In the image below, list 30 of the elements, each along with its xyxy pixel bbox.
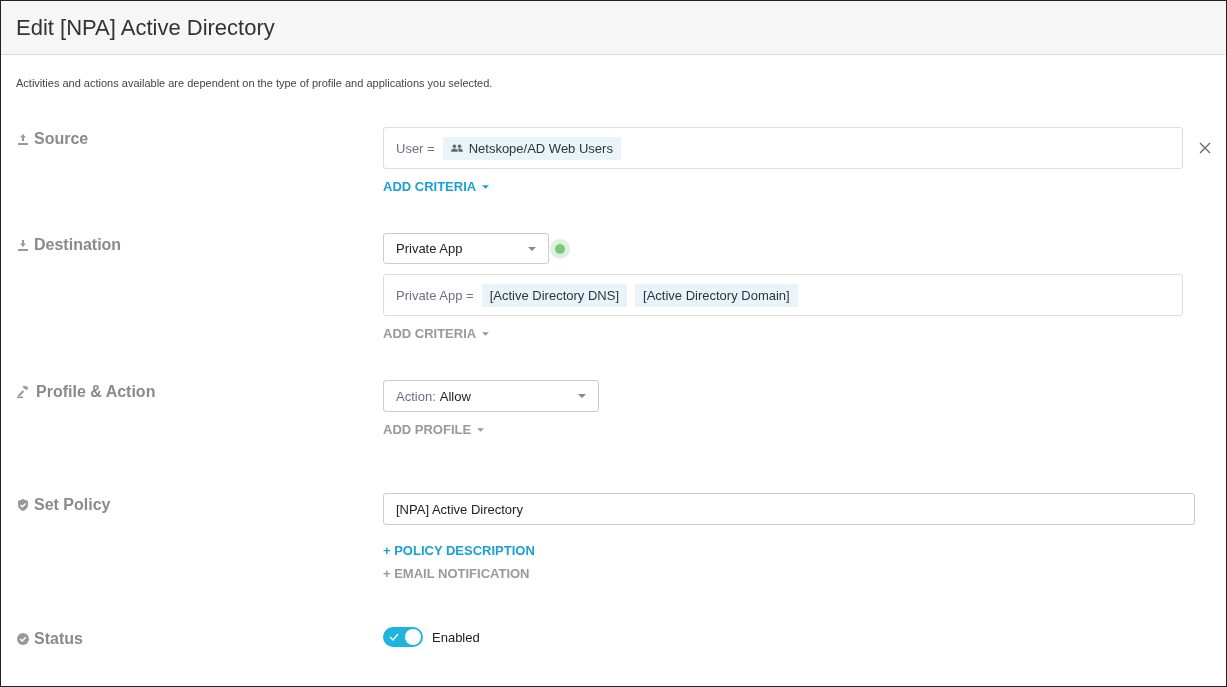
policy-name-field[interactable]: [NPA] Active Directory	[383, 493, 1195, 525]
upload-icon	[17, 133, 29, 145]
dropdown[interactable]: Private App	[383, 233, 549, 264]
criteria-chip[interactable]: [Active Directory Domain]	[635, 283, 798, 307]
toggle-label: Enabled	[432, 629, 480, 645]
criteria-chip[interactable]: Netskope/AD Web Users	[442, 136, 621, 160]
caret-icon	[578, 394, 586, 398]
dropdown[interactable]: Action: Allow	[383, 380, 599, 412]
toggle-switch[interactable]	[383, 627, 423, 647]
caret-icon	[482, 331, 490, 336]
section-label: Profile & Action	[36, 383, 156, 401]
section-label: Set Policy	[34, 496, 111, 514]
users-icon	[450, 144, 463, 152]
section-label: Status	[34, 630, 83, 648]
page-title: Edit [NPA] Active Directory	[16, 14, 275, 41]
download-icon	[17, 239, 29, 251]
gavel-icon	[17, 386, 31, 398]
criteria-field[interactable]: Private App = [Active Directory DNS] [Active Directory Domain]	[383, 274, 1183, 316]
shield-check-icon	[17, 499, 29, 511]
section-label: Destination	[34, 236, 122, 254]
criteria-field[interactable]: User = Netskope/AD Web Users	[383, 127, 1183, 169]
check-circle-icon	[17, 633, 29, 645]
caret-icon	[482, 184, 490, 189]
check-icon	[389, 633, 399, 641]
section-label: Source	[34, 130, 89, 148]
description-text: Activities and actions available are dependent on the type of profile and applications you selected.	[16, 77, 494, 89]
caret-icon	[477, 427, 485, 432]
caret-icon	[528, 246, 536, 251]
criteria-chip[interactable]: [Active Directory DNS]	[481, 283, 627, 307]
close-icon[interactable]	[1199, 142, 1211, 154]
